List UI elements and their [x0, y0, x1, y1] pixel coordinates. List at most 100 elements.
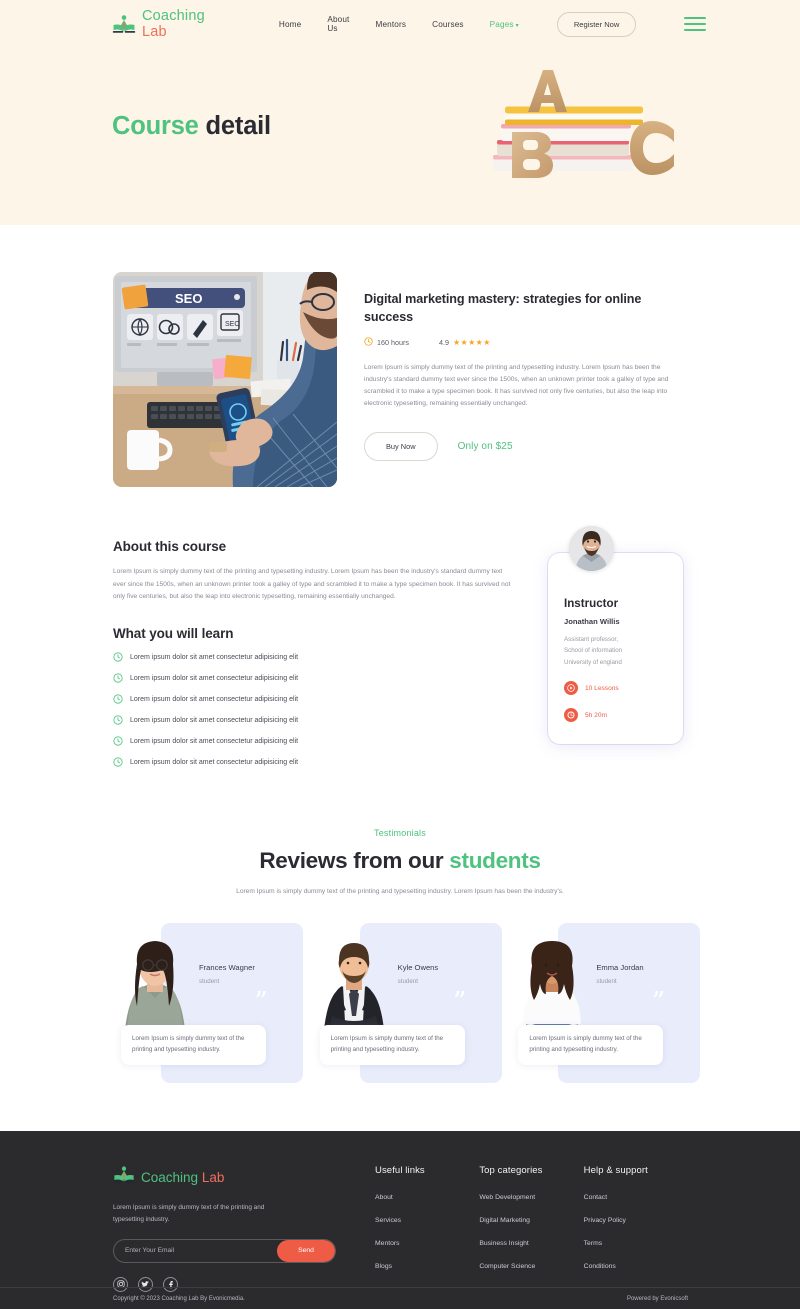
open-book-person-logo-icon: [113, 1165, 135, 1189]
abc-blocks-on-books-illustration: [475, 62, 695, 207]
clock-icon: [113, 693, 123, 706]
footer-link-privacy-policy[interactable]: Privacy Policy: [584, 1217, 688, 1224]
course-thumbnail-image: SEO SEO: [113, 272, 337, 487]
footer-column-heading: Top categories: [479, 1165, 543, 1177]
hamburger-menu-icon[interactable]: [684, 16, 707, 32]
about-course-section: About this course Lorem Ipsum is simply …: [0, 526, 800, 778]
page-title: Course detail: [112, 112, 271, 141]
testimonial-text: Lorem Ipsum is simply dummy text of the …: [121, 1025, 266, 1066]
nav-item-pages[interactable]: Pages ▾: [490, 20, 519, 29]
course-cta: Buy Now Only on $25: [364, 432, 688, 462]
email-field[interactable]: [114, 1239, 277, 1262]
top-navbar: Coaching Lab Home About Us Mentors Cours…: [0, 0, 800, 48]
play-circle-icon: [564, 681, 578, 696]
course-info: Digital marketing mastery: strategies fo…: [364, 272, 688, 487]
page-title-green: Course: [112, 112, 199, 140]
quote-icon: ”: [651, 987, 666, 1018]
footer-column-heading: Useful links: [375, 1165, 425, 1177]
main-nav: Home About Us Mentors Courses Pages ▾: [279, 15, 519, 33]
footer-link-mentors[interactable]: Mentors: [375, 1240, 479, 1247]
testimonial-author-name: Frances Wagner: [199, 963, 255, 973]
nav-item-about-us[interactable]: About Us: [327, 15, 349, 33]
footer-link-about[interactable]: About: [375, 1194, 479, 1201]
testimonial-card-list: Frances Wagner student ” Lorem Ipsum is …: [0, 923, 800, 1084]
course-rating: 4.9 ★★★★★: [439, 338, 491, 347]
footer-link-conditions[interactable]: Conditions: [584, 1263, 688, 1270]
brand-name: Coaching Lab: [142, 8, 205, 40]
footer-brand-part2: Lab: [201, 1169, 225, 1185]
testimonial-card: Emma Jordan student ” Lorem Ipsum is sim…: [510, 923, 701, 1084]
list-item-label: Lorem ipsum dolor sit amet consectetur a…: [130, 717, 299, 725]
instructor-affiliation-line: Assistant professor,: [564, 636, 618, 643]
hamburger-line: [684, 16, 707, 20]
footer-bottom-bar: Copyright © 2023 Coaching Lab By Evonicm…: [0, 1287, 800, 1309]
instructor-card: Instructor Jonathan Willis Assistant pro…: [548, 553, 683, 745]
footer-column-top-categories: Top categories Web Development Digital M…: [479, 1165, 583, 1292]
footer-link-terms[interactable]: Terms: [584, 1240, 688, 1247]
clock-icon: [113, 714, 123, 727]
quote-icon: ”: [453, 987, 467, 1018]
brand-logo[interactable]: Coaching Lab: [112, 8, 205, 40]
footer-brand-logo[interactable]: Coaching Lab: [113, 1165, 336, 1189]
nav-item-home[interactable]: Home: [279, 20, 301, 29]
footer-column-heading: Help & support: [583, 1165, 648, 1177]
testimonial-author-role: student: [199, 978, 220, 986]
footer-link-digital-marketing[interactable]: Digital Marketing: [479, 1217, 583, 1224]
lessons-badge-label: 10 Lessons: [585, 684, 619, 692]
footer-column-useful-links: Useful links About Services Mentors Blog…: [375, 1165, 479, 1292]
footer-brand-column: Coaching Lab Lorem Ipsum is simply dummy…: [113, 1165, 336, 1292]
clock-icon: [113, 735, 123, 748]
send-button[interactable]: Send: [277, 1239, 335, 1262]
footer-link-blogs[interactable]: Blogs: [375, 1263, 479, 1270]
clock-icon: [364, 336, 373, 348]
powered-by-text: Powered by Evonicsoft: [626, 1295, 688, 1302]
instructor-affiliation: Assistant professor, School of informati…: [564, 634, 667, 668]
footer-link-web-development[interactable]: Web Development: [479, 1194, 583, 1201]
instructor-affiliation-line: University of england: [564, 658, 622, 666]
testimonial-author-name: Emma Jordan: [596, 963, 644, 973]
footer-link-business-insight[interactable]: Business Insight: [479, 1240, 583, 1247]
duration-badge-label: 5h 20m: [585, 711, 607, 719]
hero-band: Coaching Lab Home About Us Mentors Cours…: [0, 0, 800, 225]
buy-now-button[interactable]: Buy Now: [364, 432, 438, 462]
instructor-affiliation-line: School of information: [564, 647, 623, 655]
footer-link-contact[interactable]: Contact: [584, 1194, 688, 1201]
hamburger-line: [684, 28, 707, 32]
list-item: Lorem ipsum dolor sit amet consectetur a…: [113, 651, 513, 664]
site-footer: Coaching Lab Lorem Ipsum is simply dummy…: [0, 1131, 800, 1309]
testimonial-card: Kyle Owens student ” Lorem Ipsum is simp…: [312, 923, 502, 1084]
brand-name-part1: Coaching: [142, 8, 205, 24]
brand-name-part2: Lab: [142, 24, 167, 40]
testimonial-text: Lorem Ipsum is simply dummy text of the …: [319, 1025, 465, 1066]
testimonial-card: Frances Wagner student ” Lorem Ipsum is …: [113, 923, 303, 1084]
list-item: Lorem ipsum dolor sit amet consectetur a…: [113, 672, 513, 685]
instructor-card-wrapper: Instructor Jonathan Willis Assistant pro…: [548, 526, 683, 778]
footer-link-services[interactable]: Services: [375, 1217, 479, 1224]
testimonials-title-green: students: [449, 847, 541, 873]
register-now-button[interactable]: Register Now: [556, 11, 637, 37]
quote-icon: ”: [254, 987, 268, 1018]
footer-column-help-support: Help & support Contact Privacy Policy Te…: [584, 1165, 688, 1292]
page-title-dark: detail: [198, 112, 272, 140]
instructor-name: Jonathan Willis: [564, 617, 620, 626]
testimonials-title: Reviews from our students: [0, 848, 800, 874]
course-title: Digital marketing mastery: strategies fo…: [364, 292, 642, 325]
nav-item-mentors[interactable]: Mentors: [375, 20, 406, 29]
testimonial-author-role: student: [397, 978, 418, 986]
course-description: Lorem Ipsum is simply dummy text of the …: [364, 363, 669, 408]
nav-item-courses[interactable]: Courses: [432, 20, 464, 29]
footer-link-computer-science[interactable]: Computer Science: [479, 1263, 583, 1270]
clock-icon: [113, 756, 123, 769]
copyright-text: Copyright © 2023 Coaching Lab By Evonicm…: [113, 1295, 245, 1302]
course-detail-page: Coaching Lab Home About Us Mentors Cours…: [0, 0, 800, 1309]
rating-stars-icon: ★★★★★: [452, 337, 491, 347]
list-item-label: Lorem ipsum dolor sit amet consectetur a…: [130, 738, 299, 746]
instructor-heading: Instructor: [564, 597, 619, 610]
clock-icon: [113, 651, 123, 664]
svg-text:SEO: SEO: [225, 321, 240, 328]
list-item-label: Lorem ipsum dolor sit amet consectetur a…: [130, 696, 299, 704]
clock-icon: [564, 708, 578, 723]
list-item-label: Lorem ipsum dolor sit amet consectetur a…: [130, 759, 299, 767]
footer-brand-name: Coaching Lab: [141, 1170, 224, 1185]
course-meta: 160 hours 4.9 ★★★★★: [364, 336, 688, 348]
